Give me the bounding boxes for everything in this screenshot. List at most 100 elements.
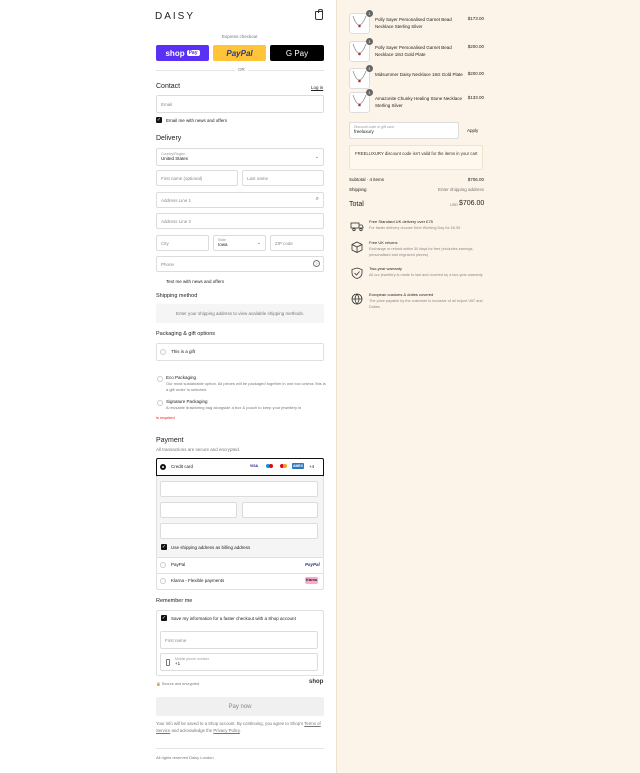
store-logo[interactable]: DAISY (155, 11, 195, 22)
first-name-field[interactable]: First name (optional) (156, 170, 238, 186)
search-icon: ⌕ (315, 196, 319, 202)
mobile-phone-icon (166, 659, 170, 666)
card-expiry-field[interactable] (160, 502, 237, 518)
total-label: Total (349, 201, 364, 208)
shop-logo-icon: shop (309, 679, 324, 685)
necklace-icon (352, 15, 367, 28)
billing-label: Use shipping address as billing address (171, 545, 251, 550)
product-name: Polly Sayer Personalised Garnet Bead Nec… (375, 45, 452, 57)
perk-title: Free Standard UK delivery over £75 (369, 219, 433, 224)
card-name-field[interactable] (160, 523, 318, 539)
country-value: United States (161, 156, 189, 161)
gift-checkbox[interactable] (160, 349, 166, 355)
box-icon (350, 241, 364, 253)
text-news-label: Text me with news and offers (166, 279, 224, 284)
shop-pay-button[interactable]: shop Pay (156, 45, 209, 61)
necklace-icon (352, 43, 367, 56)
shop-pay-suffix: Pay (186, 50, 200, 56)
contact-heading: Contact (156, 83, 181, 90)
gift-label: This is a gift (171, 349, 196, 354)
discount-value: freeluxury (354, 129, 374, 134)
product-price: $133.00 (467, 95, 484, 100)
shop-pay-label: shop (165, 48, 185, 58)
footer-text: All rights reserved Daisy London (156, 755, 214, 760)
globe-icon (350, 293, 364, 305)
address2-field[interactable]: Address Line 2 (156, 213, 324, 229)
product-price: $173.00 (467, 16, 484, 21)
email-field[interactable]: Email (156, 95, 324, 113)
order-summary-panel (336, 0, 640, 773)
currency-label: USD (450, 203, 459, 207)
quantity-badge: 1 (366, 38, 373, 45)
visa-icon: VISA (249, 464, 259, 468)
paypal-button[interactable]: PayPal (213, 45, 266, 61)
last-name-field[interactable]: Last name (242, 170, 324, 186)
save-info-label: Save my information for a faster checkou… (171, 616, 296, 621)
pay-now-button[interactable]: Pay now (156, 697, 324, 716)
signature-packaging-title: Signature Packaging (166, 399, 208, 404)
news-checkbox[interactable]: ✓ (156, 117, 162, 123)
footer-divider (156, 748, 324, 749)
news-label: Email me with news and offers (166, 118, 227, 123)
remember-heading: Remember me (156, 598, 193, 604)
address1-field[interactable]: Address Line 1 ⌕ (156, 192, 324, 208)
apply-button[interactable]: Apply (467, 128, 478, 133)
mobile-phone-field[interactable]: Mobile phone number +1 (160, 653, 318, 671)
delivery-heading: Delivery (156, 135, 182, 142)
chevron-down-icon: ⌄ (256, 240, 261, 246)
product-name: Amazonite Chunky Healing Stone Necklace … (375, 96, 463, 108)
payment-subtitle: All transactions are secure and encrypte… (156, 447, 241, 452)
secure-text: Secure and encrypted (161, 682, 199, 686)
phone-field[interactable]: Phone ? (156, 256, 324, 272)
required-error: is required (156, 415, 175, 420)
perk-title: Two-year warranty (369, 266, 402, 271)
discount-error-box (349, 145, 483, 170)
shipping-placeholder: Enter your shipping address to view avai… (156, 304, 324, 323)
card-number-field[interactable] (160, 481, 318, 497)
credit-card-radio[interactable] (160, 464, 166, 470)
total-value: $706.00 (459, 200, 485, 207)
perk-text: All our jewellery is made to last and co… (369, 273, 483, 277)
card-cvc-field[interactable] (242, 502, 318, 518)
country-select[interactable]: Country/Region United States ⌄ (156, 148, 324, 166)
secure-label: 🔒 Secure and encrypted (156, 681, 199, 686)
klarna-radio[interactable] (160, 578, 166, 584)
privacy-link[interactable]: Privacy Policy (213, 728, 239, 733)
city-field[interactable]: City (156, 235, 209, 251)
save-info-checkbox[interactable]: ✓ (161, 615, 167, 621)
eco-packaging-radio[interactable] (157, 376, 163, 382)
perk-title: Free UK returns (369, 240, 398, 245)
payment-heading: Payment (156, 437, 184, 444)
remember-first-name-field[interactable]: First name (160, 631, 318, 649)
more-cards-label: +4 (309, 464, 315, 469)
signature-packaging-text: A reusable drawstring bag alongside a bo… (166, 405, 302, 410)
paypal-label: PayPal (171, 562, 186, 567)
mastercard-icon (278, 463, 288, 469)
chevron-down-icon: ⌄ (314, 154, 319, 160)
help-icon[interactable]: ? (313, 260, 320, 267)
or-label: OR (235, 67, 248, 72)
truck-icon (350, 220, 364, 232)
shopping-bag-icon[interactable] (315, 9, 323, 20)
klarna-label: Klarna - Flexible payments (171, 578, 225, 583)
perk-text: For faster delivery choose Next Working … (369, 226, 461, 230)
shipping-label: Shipping (349, 187, 367, 192)
subtotal-label: Subtotal · 4 items (349, 177, 385, 182)
zip-field[interactable]: ZIP code (270, 235, 324, 251)
state-select[interactable]: State Iowa ⌄ (213, 235, 266, 251)
signature-packaging-radio[interactable] (157, 400, 163, 406)
legal-prefix: Your info will be saved to a Shop accoun… (156, 721, 305, 726)
google-pay-button[interactable]: G Pay (270, 45, 324, 61)
express-checkout-title: Express checkout (222, 34, 258, 39)
paypal-radio[interactable] (160, 562, 166, 568)
phone-placeholder: Phone (161, 261, 175, 267)
necklace-icon (352, 94, 367, 107)
discount-field[interactable]: Discount code or gift card freeluxury (349, 122, 459, 139)
billing-checkbox[interactable]: ✓ (161, 544, 167, 550)
mobile-value: +1 (175, 661, 181, 666)
necklace-icon (352, 70, 367, 83)
login-link[interactable]: Log in (311, 85, 323, 90)
packaging-heading: Packaging & gift options (156, 331, 216, 337)
perk-text: Exchange or refund within 30 days for fr… (369, 247, 474, 257)
product-name: Polly Sayer Personalised Garnet Bead Nec… (375, 17, 452, 29)
